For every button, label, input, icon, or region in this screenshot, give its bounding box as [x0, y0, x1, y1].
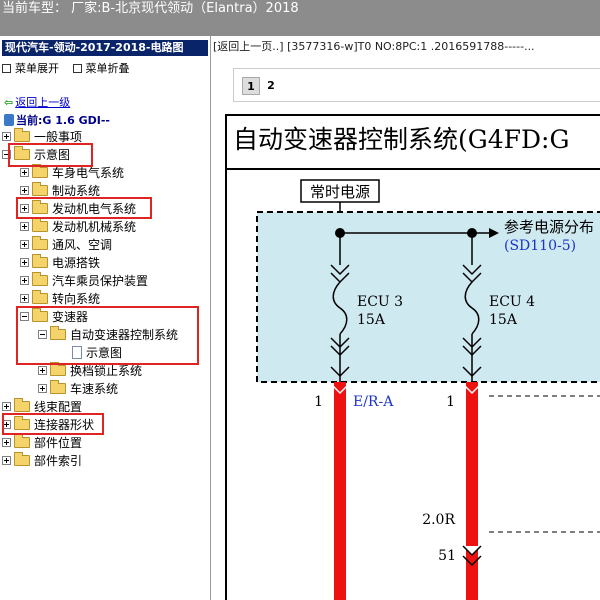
tree-item-component-location[interactable]: 部件位置 — [2, 434, 82, 452]
expand-toggle-icon[interactable] — [20, 240, 29, 249]
pin-label-right: 1 — [446, 394, 455, 410]
folder-icon — [14, 434, 30, 448]
tree-item-power-ground[interactable]: 电源搭铁 — [20, 254, 100, 272]
expand-toggle-icon[interactable] — [20, 222, 29, 231]
collapse-menu-button[interactable]: 菜单折叠 — [72, 60, 130, 76]
fuse1-name: ECU 3 — [357, 294, 403, 310]
highlight-box — [16, 197, 152, 219]
expand-icon — [2, 64, 11, 73]
folder-icon — [50, 380, 66, 394]
folder-icon — [32, 272, 48, 286]
page-2-button[interactable]: 2 — [262, 77, 280, 95]
document-header[interactable]: [返回上一页..] [3577316-w]T0 NO:8PC:1 .201659… — [213, 38, 600, 54]
folder-icon — [32, 182, 48, 196]
vehicle-title: 当前车型： 厂家:B-北京现代领动（Elantra）2018 — [2, 1, 299, 16]
sidebar-toolbar: 菜单展开 菜单折叠 — [2, 60, 140, 76]
expand-toggle-icon[interactable] — [2, 456, 11, 465]
folder-icon — [32, 164, 48, 178]
vehicle-info-bar: 当前车型： 厂家:B-北京现代领动（Elantra）2018 — [0, 0, 600, 36]
page-1-button[interactable]: 1 — [242, 77, 260, 95]
folder-icon — [32, 290, 48, 304]
ref-power-code: (SD110-5) — [504, 238, 576, 254]
ref-power-label: 参考电源分布 — [504, 218, 594, 236]
fuse2-rating: 15A — [489, 312, 518, 328]
page-selector: 1 2 — [233, 68, 600, 102]
folder-icon — [32, 254, 48, 268]
wire-color-label: E/R-A — [353, 394, 394, 410]
diagram-viewer: [返回上一页..] [3577316-w]T0 NO:8PC:1 .201659… — [213, 36, 600, 600]
circuit-diagram: 常时电源 参考电源分布 (SD110-5) ECU 3 15A ECU 4 15… — [227, 170, 600, 600]
expand-toggle-icon[interactable] — [20, 186, 29, 195]
expand-toggle-icon[interactable] — [2, 402, 11, 411]
tree-item-engine-mechanical[interactable]: 发动机机械系统 — [20, 218, 136, 236]
expand-toggle-icon[interactable] — [38, 384, 47, 393]
expand-toggle-icon[interactable] — [20, 168, 29, 177]
engine-variant-label: 2.0R — [422, 512, 455, 528]
navigation-sidebar: 现代汽车-领动-2017-2018-电路图 菜单展开 菜单折叠 ⇦ 返回上一级 当… — [0, 36, 211, 600]
back-link[interactable]: ⇦ 返回上一级 — [4, 94, 70, 110]
fuse2-name: ECU 4 — [489, 294, 535, 310]
expand-menu-button[interactable]: 菜单展开 — [2, 60, 59, 76]
fuse1-rating: 15A — [357, 312, 386, 328]
tree-item-occupant-protection[interactable]: 汽车乘员保护装置 — [20, 272, 148, 290]
pin-label-left: 1 — [314, 394, 323, 410]
tree-item-vehicle-speed[interactable]: 车速系统 — [38, 380, 118, 398]
tree-item-component-index[interactable]: 部件索引 — [2, 452, 82, 470]
diagram-frame: 自动变速器控制系统(G4FD:G 常时电源 参考电源分布 (SD110-5) E… — [225, 114, 600, 600]
folder-icon — [14, 128, 30, 142]
highlight-box — [2, 413, 104, 435]
expand-toggle-icon[interactable] — [20, 258, 29, 267]
folder-icon — [32, 218, 48, 232]
folder-icon — [14, 452, 30, 466]
folder-icon — [32, 236, 48, 250]
constant-power-label: 常时电源 — [310, 183, 370, 201]
collapse-icon — [72, 64, 82, 73]
current-model-label: 当前:G 1.6 GDI-- — [4, 112, 110, 128]
expand-toggle-icon[interactable] — [38, 366, 47, 375]
pin-51-label: 51 — [438, 548, 456, 564]
expand-toggle-icon[interactable] — [20, 276, 29, 285]
highlight-box — [16, 306, 199, 365]
expand-toggle-icon[interactable] — [2, 438, 11, 447]
wire-right — [466, 382, 478, 600]
diagram-title: 自动变速器控制系统(G4FD:G — [233, 125, 570, 154]
circuit-svg: 常时电源 参考电源分布 (SD110-5) ECU 3 15A ECU 4 15… — [256, 179, 600, 600]
highlight-box — [8, 143, 93, 167]
back-arrow-icon: ⇦ — [4, 96, 14, 109]
wire-left — [334, 382, 346, 600]
sidebar-title: 现代汽车-领动-2017-2018-电路图 — [2, 40, 208, 56]
folder-icon — [14, 398, 30, 412]
folder-icon — [50, 362, 66, 376]
model-icon — [4, 114, 14, 126]
tree-item-hvac[interactable]: 通风、空调 — [20, 236, 112, 254]
connector-51-chevron — [462, 545, 482, 557]
expand-toggle-icon[interactable] — [2, 132, 11, 141]
app-window: 当前车型： 厂家:B-北京现代领动（Elantra）2018 现代汽车-领动-2… — [0, 0, 600, 600]
expand-toggle-icon[interactable] — [20, 294, 29, 303]
